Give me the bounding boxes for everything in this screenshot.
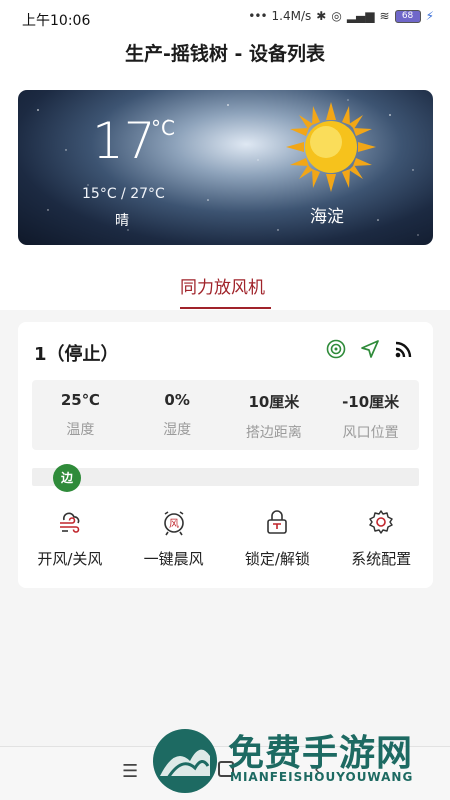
- morning-wind-button[interactable]: 风 一键晨风: [122, 508, 226, 578]
- temperature-unit: °C: [151, 116, 175, 140]
- battery-indicator: 68: [394, 9, 421, 23]
- target-icon[interactable]: [325, 338, 347, 360]
- sun-icon: [286, 102, 376, 192]
- svg-text:风: 风: [169, 518, 179, 530]
- lock-icon: [267, 510, 288, 534]
- lock-toggle-label: 锁定/解锁: [244, 550, 310, 568]
- tab-fan-device[interactable]: 同力放风机: [180, 273, 265, 298]
- stat-label: 搭边距离: [245, 425, 302, 441]
- status-bar: 上午10:06 ••• 1.4M/s ✱ ◎ ▂▄▆ ≋ 68 ⚡: [0, 0, 450, 36]
- stat-edge-distance: 10厘米 搭边距离: [226, 380, 323, 450]
- position-slider-thumb[interactable]: 边: [53, 464, 81, 492]
- watermark: 免费手游网 MIANFEISHOUYOUWANG: [150, 720, 450, 800]
- device-actions: 开风/关风 风 一键晨风 锁定/解锁 系统配置: [18, 508, 433, 578]
- morning-wind-label: 一键晨风: [143, 550, 204, 568]
- weather-description: 晴: [115, 213, 129, 229]
- signal-strength-icon: ▂▄▆: [346, 9, 375, 23]
- stat-temperature: 25℃ 温度: [32, 380, 129, 450]
- more-dots-icon: •••: [248, 9, 267, 23]
- stat-label: 风口位置: [342, 425, 399, 441]
- current-temperature: 17: [92, 112, 156, 170]
- system-config-button[interactable]: 系统配置: [329, 508, 433, 578]
- status-time: 上午10:06: [22, 13, 91, 29]
- watermark-title: 免费手游网: [228, 733, 414, 774]
- stat-humidity: 0% 湿度: [129, 380, 226, 450]
- wind-icon: [59, 512, 80, 533]
- watermark-logo-icon: [153, 729, 217, 793]
- network-speed: 1.4M/s: [271, 9, 312, 23]
- device-card: 1（停止） 25℃ 温度 0% 湿度 10厘米 搭边距离 -10厘米 风口位置 …: [18, 322, 433, 588]
- device-stats: 25℃ 温度 0% 湿度 10厘米 搭边距离 -10厘米 风口位置: [32, 380, 419, 450]
- app-header: 生产-摇钱树 - 设备列表: [0, 36, 450, 76]
- lock-toggle-button[interactable]: 锁定/解锁: [226, 508, 330, 578]
- stat-value: 25℃: [60, 391, 100, 409]
- gear-icon: [369, 510, 393, 534]
- alarm-icon: ◎: [331, 9, 342, 23]
- stat-label: 湿度: [163, 422, 192, 438]
- device-title: 1（停止）: [34, 344, 119, 365]
- weather-card: 17 °C 15°C / 27°C 晴 海淀: [18, 90, 433, 245]
- signal-icon[interactable]: [393, 338, 415, 360]
- charging-icon: ⚡: [425, 9, 434, 23]
- weather-section: 17 °C 15°C / 27°C 晴 海淀: [0, 76, 450, 260]
- status-indicators: ••• 1.4M/s ✱ ◎ ▂▄▆ ≋ 68 ⚡: [248, 9, 434, 23]
- stat-value: 0%: [164, 391, 190, 409]
- stat-vent-position: -10厘米 风口位置: [322, 380, 419, 450]
- bluetooth-icon: ✱: [316, 9, 327, 23]
- stat-label: 温度: [66, 422, 95, 438]
- page-title: 生产-摇钱树 - 设备列表: [124, 43, 325, 65]
- send-icon[interactable]: [359, 338, 381, 360]
- stat-value: -10厘米: [342, 393, 400, 411]
- weather-location: 海淀: [310, 207, 344, 227]
- system-config-label: 系统配置: [351, 550, 412, 568]
- device-status-icons: [325, 338, 415, 360]
- tab-active-indicator: [180, 307, 271, 309]
- toggle-wind-button[interactable]: 开风/关风: [18, 508, 122, 578]
- position-slider-track[interactable]: [32, 468, 419, 486]
- wifi-icon: ≋: [379, 9, 390, 23]
- tab-bar: 同力放风机: [0, 260, 450, 310]
- stat-value: 10厘米: [248, 393, 300, 411]
- toggle-wind-label: 开风/关风: [37, 550, 103, 568]
- menu-icon[interactable]: ☰: [122, 761, 138, 782]
- temperature-range: 15°C / 27°C: [82, 186, 165, 202]
- alarm-wind-icon: 风: [163, 511, 184, 536]
- watermark-subtitle: MIANFEISHOUYOUWANG: [230, 770, 414, 784]
